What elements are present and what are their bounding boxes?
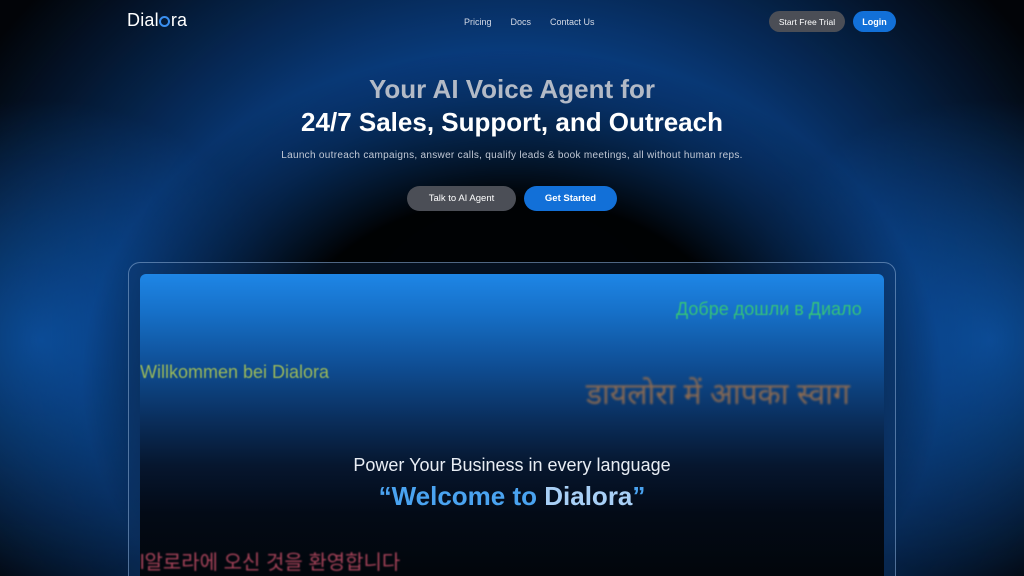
talk-to-ai-agent-button[interactable]: Talk to AI Agent xyxy=(407,186,516,211)
top-nav: Dial ra Pricing Docs Contact Us Start Fre… xyxy=(0,0,1024,44)
headline-close: ” xyxy=(632,481,646,511)
greeting-hindi: डायलोरा में आपका स्वाग xyxy=(586,378,850,411)
logo-text-start: Dial xyxy=(127,10,159,30)
nav-link-docs[interactable]: Docs xyxy=(511,17,532,27)
showcase-tagline: Power Your Business in every language xyxy=(353,455,671,475)
logo-text-end: ra xyxy=(170,10,188,30)
nav-links: Pricing Docs Contact Us xyxy=(464,17,595,27)
start-free-trial-button[interactable]: Start Free Trial xyxy=(769,11,845,32)
showcase-headline: “Welcome to Dialora” xyxy=(140,481,884,512)
greeting-russian: Добре дошли в Диало xyxy=(676,299,862,319)
login-button[interactable]: Login xyxy=(853,11,896,32)
hero-title-line-2: 24/7 Sales, Support, and Outreach xyxy=(301,107,723,137)
greeting-korean: l알로라에 오신 것을 환영합니다 xyxy=(140,552,401,574)
hero-title-line-1: Your AI Voice Agent for xyxy=(368,74,655,104)
nav-link-contact-us[interactable]: Contact Us xyxy=(550,17,595,27)
dialora-logo[interactable]: Dial ra xyxy=(127,10,187,31)
headline-open: “Welcome to xyxy=(378,481,545,511)
showcase-screen: Добре дошли в Диало Willkommen bei Dialo… xyxy=(140,274,884,576)
logo-ring-icon xyxy=(159,16,171,27)
greeting-german: Willkommen bei Dialora xyxy=(140,362,330,382)
headline-brand: Dialora xyxy=(544,481,633,511)
nav-link-pricing[interactable]: Pricing xyxy=(464,17,492,27)
hero-subtitle: Launch outreach campaigns, answer calls,… xyxy=(281,150,743,161)
get-started-button[interactable]: Get Started xyxy=(524,186,617,211)
